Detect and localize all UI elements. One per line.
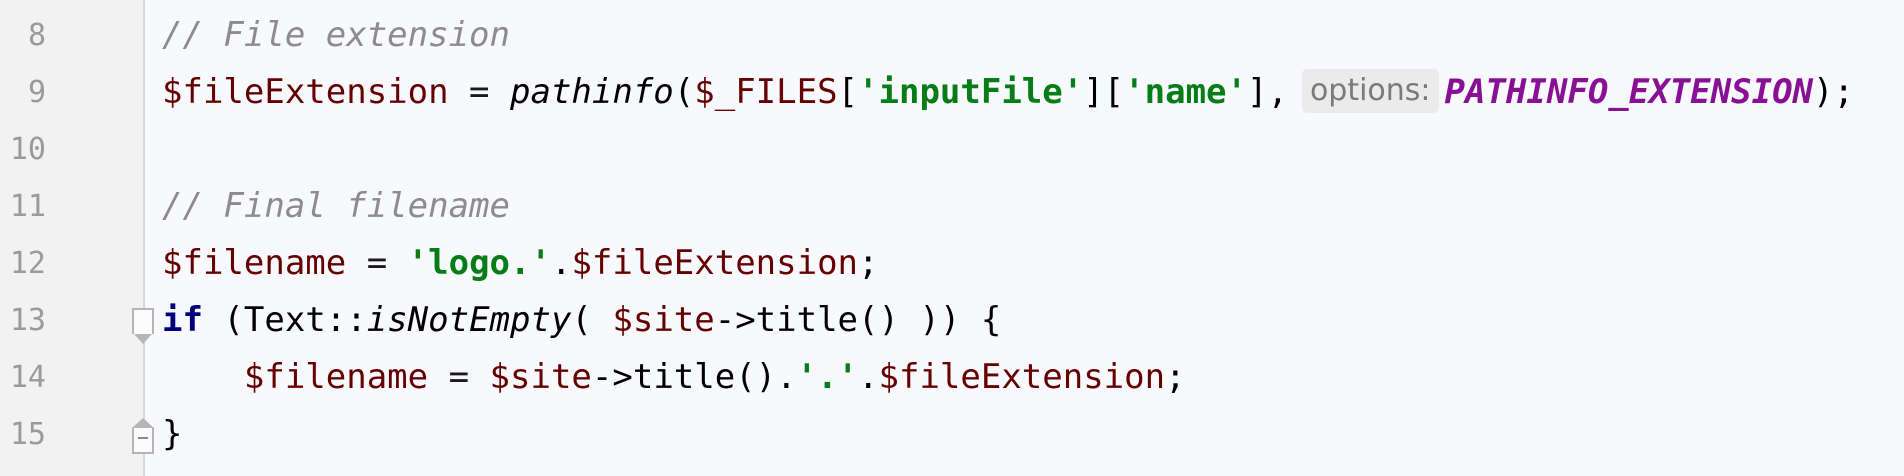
- code-line-14: $filename = $site->title().'.'.$fileExte…: [162, 349, 1186, 406]
- closing-brace: }: [162, 414, 183, 454]
- function-name: isNotEmpty: [366, 300, 572, 340]
- operator: =: [346, 243, 408, 283]
- string-literal: 'logo.': [407, 243, 551, 283]
- variable: $fileExtension: [162, 72, 449, 112]
- constant: PATHINFO_EXTENSION: [1444, 72, 1814, 112]
- punctuation: ;: [1165, 357, 1186, 397]
- code-editor[interactable]: 8 9 10 11 12 13 14 15 // File extension …: [0, 0, 1904, 476]
- line-number: 11: [9, 189, 46, 224]
- code-line-9: $fileExtension = pathinfo($_FILES['input…: [162, 64, 1854, 121]
- comment: // Final filename: [162, 186, 510, 226]
- line-number: 15: [9, 417, 46, 452]
- method-call: ->title().: [591, 357, 797, 397]
- method-call: ->title() )) {: [714, 300, 1002, 340]
- variable: $fileExtension: [878, 357, 1166, 397]
- variable: $_FILES: [694, 72, 838, 112]
- line-number: 14: [9, 360, 46, 395]
- operator: =: [448, 72, 510, 112]
- fold-close-icon[interactable]: [132, 418, 154, 454]
- keyword: if: [162, 300, 203, 340]
- variable: $filename: [162, 243, 347, 283]
- code-area[interactable]: // File extension $fileExtension = pathi…: [162, 0, 1904, 476]
- punctuation: [: [837, 72, 859, 112]
- line-number: 9: [27, 75, 46, 110]
- punctuation: ],: [1246, 72, 1288, 112]
- code-line-8: // File extension: [162, 7, 510, 64]
- line-number: 10: [9, 132, 46, 167]
- class-reference: (Text::: [202, 300, 367, 340]
- punctuation: (: [673, 72, 695, 112]
- variable: $fileExtension: [571, 243, 859, 283]
- punctuation: ;: [858, 243, 879, 283]
- parameter-hint: options:: [1301, 68, 1439, 113]
- fold-open-icon[interactable]: [132, 308, 154, 344]
- code-line-12: $filename = 'logo.'.$fileExtension;: [162, 235, 879, 292]
- string-literal: '.': [796, 357, 859, 397]
- operator: .: [550, 243, 572, 283]
- punctuation: );: [1813, 72, 1854, 112]
- variable: $site: [612, 300, 715, 340]
- operator: .: [858, 357, 879, 397]
- variable: $filename: [243, 357, 429, 397]
- code-line-13: if (Text::isNotEmpty( $site->title() )) …: [162, 292, 1001, 349]
- comment: // File extension: [162, 15, 510, 55]
- operator: =: [428, 357, 490, 397]
- line-number-gutter: 8 9 10 11 12 13 14 15: [0, 0, 145, 476]
- code-line-11: // Final filename: [162, 178, 510, 235]
- code-line-15: }: [162, 406, 182, 463]
- variable: $site: [489, 357, 592, 397]
- punctuation: ][: [1083, 72, 1125, 112]
- line-number: 12: [9, 246, 46, 281]
- function-name: pathinfo: [510, 72, 674, 112]
- line-number: 8: [27, 18, 46, 53]
- string-literal: 'inputFile': [858, 72, 1084, 112]
- string-literal: 'name': [1124, 72, 1247, 112]
- line-number: 13: [9, 303, 46, 338]
- punctuation: (: [571, 300, 613, 340]
